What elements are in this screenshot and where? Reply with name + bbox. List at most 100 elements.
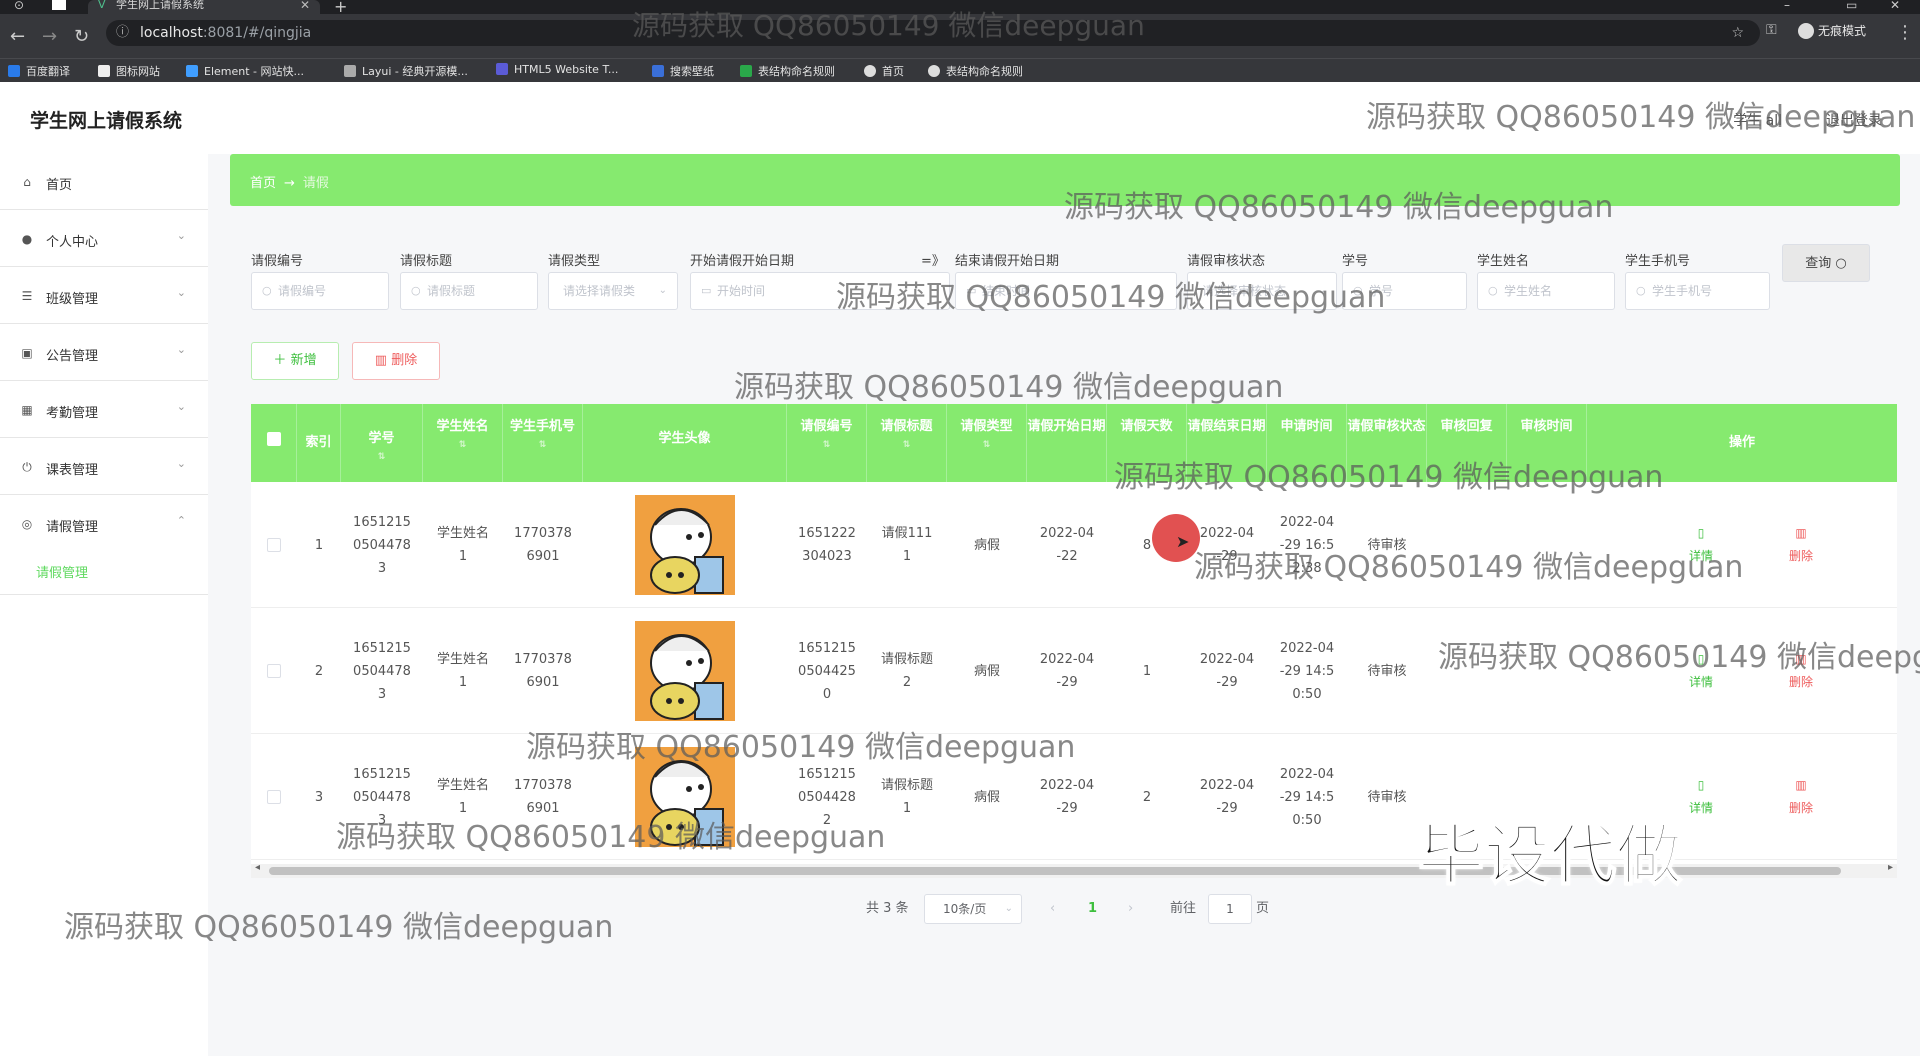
incognito-indicator[interactable]: 无痕模式 — [1797, 22, 1866, 39]
cell-end-date: 2022-04 -29 — [1199, 652, 1255, 690]
cell-title: 请假111 1 — [881, 526, 933, 564]
goto-page-input[interactable]: 1 — [1208, 894, 1252, 924]
status-select[interactable]: 请选择审核状态 ⌄ — [1187, 272, 1337, 310]
search-icon: ○ — [1353, 284, 1363, 297]
col-reply[interactable]: 审核回复 — [1427, 404, 1507, 482]
sidebar-item-attendance[interactable]: ▦ 考勤管理 ⌄ — [0, 382, 208, 438]
detail-link[interactable]: ▯ 详情 — [1651, 482, 1751, 608]
filter-label-start-date: 开始请假开始日期 — [690, 254, 795, 269]
sidebar-item-home[interactable]: ⌂ 首页 — [0, 154, 208, 210]
bookmark-item[interactable]: Element - 网站快... — [186, 63, 304, 79]
browser-tab[interactable]: V 学生网上请假系统 ✕ — [88, 0, 320, 14]
end-date-picker[interactable]: ▭ 结束时间 — [955, 272, 1177, 310]
back-icon[interactable]: ← — [10, 28, 25, 46]
student-no-input[interactable]: ○ 学号 — [1342, 272, 1467, 310]
key-icon[interactable]: ⚿ — [1766, 22, 1777, 38]
title-input[interactable]: ○ 请假标题 — [400, 272, 538, 310]
col-student-phone[interactable]: 学生手机号 ⇅ — [503, 404, 583, 482]
bookmark-item[interactable]: 百度翻译 — [8, 63, 70, 79]
col-audit-time[interactable]: 审核时间 — [1507, 404, 1587, 482]
browser-menu-icon[interactable]: ⊙ — [14, 0, 24, 12]
reload-icon[interactable]: ↻ — [74, 28, 89, 46]
sidebar-item-class[interactable]: ☰ 班级管理 ⌄ — [0, 268, 208, 324]
search-icon: ○ — [411, 284, 421, 297]
sort-icon[interactable]: ⇅ — [787, 436, 866, 454]
html5-icon — [496, 63, 508, 75]
qingjia-no-input[interactable]: ○ 请假编号 — [251, 272, 389, 310]
detail-link[interactable]: ▯ 详情 — [1651, 608, 1751, 734]
delete-link[interactable]: ▥ 删除 — [1751, 734, 1851, 860]
cell-start-date: 2022-04 -29 — [1039, 652, 1095, 690]
col-qingjia-no[interactable]: 请假编号 ⇅ — [787, 404, 867, 482]
breadcrumb-home[interactable]: 首页 — [250, 176, 276, 191]
sidebar-item-notice[interactable]: ▣ 公告管理 ⌄ — [0, 325, 208, 381]
bookmark-item[interactable]: Layui - 经典开源模... — [344, 63, 468, 79]
page-number-current[interactable]: 1 — [1088, 894, 1097, 924]
type-select[interactable]: 请选择请假类 ⌄ — [548, 272, 678, 310]
maximize-icon[interactable]: ▭ — [1846, 0, 1857, 12]
bookmark-item[interactable]: 首页 — [864, 63, 904, 79]
table-row: 2 1651215 0504478 3 学生姓名 1 1770378 6901 1651… — [251, 608, 1897, 734]
next-page-icon[interactable]: › — [1128, 894, 1133, 924]
delete-link[interactable]: ▥ 删除 — [1751, 482, 1851, 608]
bookmark-item[interactable]: 搜索壁纸 — [652, 63, 714, 79]
bookmark-item[interactable]: 表结构命名规则 — [740, 63, 835, 79]
sort-icon[interactable]: ⇅ — [947, 436, 1026, 454]
forward-icon[interactable]: → — [42, 28, 57, 46]
main-content: 首页 → 请假 请假编号 请假标题 请假类型 开始请假开始日期 =》 结束请假开始日… — [230, 154, 1900, 1056]
table-header: 索引 学号 ⇅ 学生姓名 ⇅ 学生手机号 ⇅ 学生头像 请假编号 ⇅ 请假标题 ⇅ 请假类… — [251, 404, 1897, 482]
scroll-left-icon[interactable]: ◂ — [255, 862, 260, 873]
col-status[interactable]: 请假审核状态 — [1347, 404, 1427, 482]
page-size-select[interactable]: 10条/页 ⌄ — [924, 894, 1022, 924]
bookmark-item[interactable]: HTML5 Website T... — [496, 63, 618, 76]
col-type[interactable]: 请假类型 ⇅ — [947, 404, 1027, 482]
prev-page-icon[interactable]: ‹ — [1050, 894, 1055, 924]
row-checkbox[interactable] — [267, 664, 281, 678]
cell-student-no: 1651215 0504478 3 — [353, 640, 411, 702]
scroll-right-icon[interactable]: ▸ — [1888, 862, 1893, 873]
col-student-name[interactable]: 学生姓名 ⇅ — [423, 404, 503, 482]
sort-icon[interactable]: ⇅ — [503, 436, 582, 454]
col-start-date[interactable]: 请假开始日期 — [1027, 404, 1107, 482]
cell-student-name: 学生姓名 1 — [436, 778, 489, 816]
sort-icon[interactable]: ⇅ — [341, 448, 422, 466]
window-close-icon[interactable]: ✕ — [1890, 0, 1900, 12]
row-checkbox[interactable] — [267, 538, 281, 552]
chevron-down-icon: ⌄ — [176, 229, 186, 242]
student-avatar — [635, 747, 735, 847]
student-avatar — [635, 621, 735, 721]
sidebar-item-schedule[interactable]: ⏻ 课表管理 ⌄ — [0, 439, 208, 495]
start-date-picker[interactable]: ▭ 开始时间 — [690, 272, 950, 310]
bookmark-star-icon[interactable]: ☆ — [1731, 20, 1744, 46]
row-checkbox[interactable] — [267, 790, 281, 804]
sort-icon[interactable]: ⇅ — [423, 436, 502, 454]
col-student-no[interactable]: 学号 ⇅ — [341, 404, 423, 482]
sidebar-item-profile[interactable]: ● 个人中心 ⌄ — [0, 211, 208, 267]
query-button[interactable]: 查询 ○ — [1782, 244, 1870, 282]
bookmark-item[interactable]: 表结构命名规则 — [928, 63, 1023, 79]
browser-menu-dots-icon[interactable]: ⋮ — [1896, 24, 1914, 42]
student-phone-input[interactable]: ○ 学生手机号 — [1625, 272, 1770, 310]
select-all-checkbox[interactable] — [266, 432, 281, 446]
batch-delete-button[interactable]: ▥ 删除 — [352, 342, 440, 380]
sort-icon[interactable]: ⇅ — [867, 436, 946, 454]
search-icon: ○ — [1488, 284, 1498, 297]
sidebar-item-leave[interactable]: ◎ 请假管理 ⌃ — [0, 496, 208, 552]
address-bar[interactable]: ⓘ localhost:8081/#/qingjia ☆ — [106, 20, 1760, 46]
student-name-input[interactable]: ○ 学生姓名 — [1477, 272, 1615, 310]
site-info-icon[interactable]: ⓘ — [116, 20, 129, 46]
logout-link[interactable]: 退出登录 — [1826, 110, 1882, 130]
delete-link[interactable]: ▥ 删除 — [1751, 608, 1851, 734]
col-title[interactable]: 请假标题 ⇅ — [867, 404, 947, 482]
col-avatar[interactable]: 学生头像 — [583, 404, 787, 482]
minimize-icon[interactable]: – — [1784, 0, 1790, 12]
col-index[interactable]: 索引 — [297, 404, 341, 482]
sidebar-subitem-leave[interactable]: 请假管理 — [36, 562, 88, 581]
col-end-date[interactable]: 请假结束日期 — [1187, 404, 1267, 482]
bookmark-item[interactable]: 图标网站 — [98, 63, 160, 79]
cell-start-date: 2022-04 -22 — [1039, 526, 1095, 564]
col-apply-time[interactable]: 申请时间 — [1267, 404, 1347, 482]
add-button[interactable]: ＋ 新增 — [251, 342, 339, 380]
tab-close-icon[interactable]: ✕ — [300, 0, 310, 11]
col-days[interactable]: 请假天数 — [1107, 404, 1187, 482]
